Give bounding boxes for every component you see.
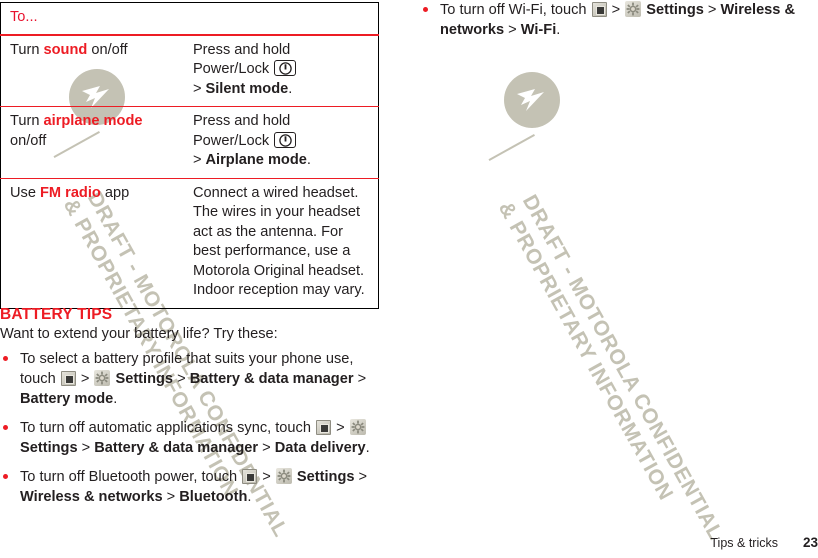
table-cell-action: Connect a wired headset. The wires in yo… (183, 177, 379, 308)
menu-icon (591, 2, 607, 17)
task-text-post: on/off (87, 41, 128, 58)
power-lock-icon (274, 60, 297, 76)
settings-gear-icon (94, 370, 111, 386)
table-header-action (183, 2, 379, 36)
table-cell-task: Use FM radio app (0, 177, 184, 308)
action-line-3-prefix: > (192, 152, 206, 168)
menu-icon (242, 469, 258, 484)
battery-tips-bullet-list: To select a battery profile that suits y… (0, 349, 390, 516)
action-line-3-bold: Silent mode (205, 80, 289, 97)
battery-tips-bullet-list-continued: To turn off Wi-Fi, touch > Settings > Wi… (420, 0, 818, 49)
bullet-segment-3: > (703, 2, 721, 18)
action-line-3-prefix: > (192, 80, 206, 97)
bullet-segment-4: > (258, 440, 275, 456)
footer-section-label: Tips & tricks (710, 536, 778, 550)
table-cell-action: Press and hold Power/Lock > Silent mode. (184, 35, 379, 107)
bullet-segment-3: > (77, 440, 95, 456)
table-row: Use FM radio app Connect a wired headset… (0, 177, 379, 308)
section-intro-text: Want to extend your battery life? Try th… (0, 326, 278, 342)
bullet-segment-2: > (332, 420, 349, 436)
bullet-bold-3: Bluetooth (179, 489, 248, 505)
table-cell-action: Press and hold Power/Lock > Airplane mod… (183, 106, 379, 178)
page-footer: Tips & tricks 23 (710, 535, 818, 550)
bullet-segment-2: > (76, 371, 94, 387)
task-text-post: on/off (10, 132, 47, 149)
bullet-segment-4: > (162, 489, 180, 505)
power-lock-icon (274, 131, 297, 148)
bullet-segment-5: . (247, 489, 252, 505)
table-row: Turn airplane mode on/off Press and hold… (0, 106, 379, 178)
task-text-highlight: airplane mode (43, 113, 143, 129)
bullet-segment-1: To turn off automatic applications sync,… (20, 420, 316, 436)
bullet-bold-2: Wireless & networks (20, 489, 163, 505)
bullet-segment-5: . (556, 22, 561, 38)
bullet-bold-1: Settings (646, 2, 704, 18)
task-text-highlight: sound (43, 41, 88, 58)
bullet-segment-5: . (365, 440, 370, 456)
action-line-2: Power/Lock (192, 132, 270, 149)
bullet-bold-2: Battery & data manager (189, 371, 354, 387)
table-cell-task: Turn airplane mode on/off (0, 106, 184, 178)
bullet-bold-3: Wi-Fi (520, 22, 557, 38)
section-heading-battery-tips: BATTERY TIPS (0, 306, 113, 323)
bullet-bold-1: Settings (20, 440, 78, 456)
right-column: To turn off Wi-Fi, touch > Settings > Wi… (420, 0, 818, 558)
action-line-3-suffix: . (288, 80, 293, 97)
bullet-segment-4: > (504, 22, 521, 38)
table-cell-task: Turn sound on/off (1, 35, 184, 107)
action-line-2: Power/Lock (192, 61, 270, 77)
action-line-3-bold: Airplane mode (205, 152, 307, 168)
menu-icon (316, 420, 332, 435)
bullet-bold-3: Battery mode (20, 391, 114, 407)
table-row: Turn sound on/off Press and hold Power/L… (1, 35, 379, 107)
bullet-bold-1: Settings (115, 371, 174, 387)
bullet-bold-2: Battery & data manager (94, 440, 259, 456)
bullet-segment-3: > (354, 469, 368, 485)
task-text-pre: Turn (10, 113, 44, 129)
task-text-pre: Use (10, 184, 41, 201)
action-line-1: Press and hold (192, 113, 291, 129)
settings-gear-icon (349, 419, 366, 435)
list-item: To select a battery profile that suits y… (0, 349, 390, 409)
task-text-highlight: FM radio (40, 184, 101, 201)
bullet-segment-1: To turn off Bluetooth power, touch (20, 469, 242, 485)
task-text-pre: Turn (10, 41, 44, 58)
list-item: To turn off Bluetooth power, touch > Set… (0, 467, 390, 507)
left-column: To... Turn sound on/off Press and hold P… (0, 0, 400, 558)
bullet-segment-2: > (607, 2, 625, 18)
table-header-to: To... (0, 2, 184, 36)
action-line-1: Press and hold (192, 41, 291, 58)
action-line-3-suffix: . (306, 152, 311, 168)
bullet-segment-2: > (258, 469, 275, 485)
manual-page: & PROPRIETARY INFORMATION DRAFT - MOTORO… (0, 0, 818, 558)
bullet-segment-5: . (113, 391, 118, 407)
settings-gear-icon (275, 468, 292, 484)
list-item: To turn off automatic applications sync,… (0, 418, 390, 458)
task-text-post: app (100, 184, 130, 201)
footer-page-number: 23 (802, 535, 818, 550)
bullet-segment-1: To turn off Wi-Fi, touch (440, 2, 591, 18)
settings-gear-icon (625, 1, 642, 17)
bullet-bold-1: Settings (296, 469, 355, 485)
tips-table: To... Turn sound on/off Press and hold P… (0, 2, 379, 309)
list-item: To turn off Wi-Fi, touch > Settings > Wi… (420, 0, 818, 40)
bullet-segment-4: > (353, 371, 367, 387)
bullet-segment-3: > (173, 371, 190, 387)
bullet-bold-3: Data delivery (274, 440, 366, 456)
menu-icon (60, 371, 76, 386)
